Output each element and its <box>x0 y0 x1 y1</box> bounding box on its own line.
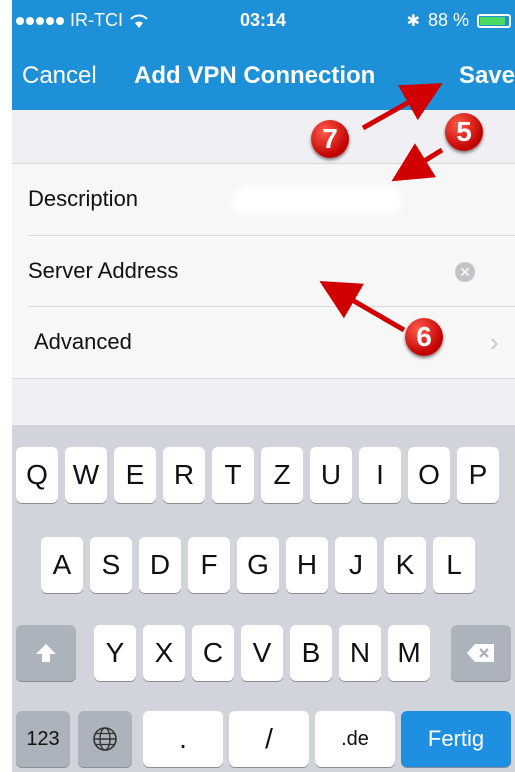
key-j[interactable]: J <box>335 537 377 593</box>
period-key[interactable]: . <box>143 711 223 767</box>
key-r[interactable]: R <box>163 447 205 503</box>
wifi-icon <box>130 14 148 28</box>
key-f[interactable]: F <box>188 537 230 593</box>
key-b[interactable]: B <box>290 625 332 681</box>
annotation-marker-6: 6 <box>405 318 443 356</box>
key-o[interactable]: O <box>408 447 450 503</box>
status-time: 03:14 <box>240 10 287 30</box>
annotation-marker-5: 5 <box>445 113 483 151</box>
key-w[interactable]: W <box>65 447 107 503</box>
numbers-key[interactable]: 123 <box>16 711 70 767</box>
shift-arrow-icon <box>36 644 56 662</box>
globe-key[interactable] <box>78 711 132 767</box>
cancel-button[interactable]: Cancel <box>22 62 97 90</box>
key-t[interactable]: T <box>212 447 254 503</box>
save-button[interactable]: Save <box>459 62 515 90</box>
clear-icon[interactable]: ✕ <box>455 262 475 282</box>
slash-key[interactable]: / <box>229 711 309 767</box>
key-g[interactable]: G <box>237 537 279 593</box>
key-y[interactable]: Y <box>94 625 136 681</box>
key-c[interactable]: C <box>192 625 234 681</box>
key-i[interactable]: I <box>359 447 401 503</box>
key-m[interactable]: M <box>388 625 430 681</box>
backspace-icon <box>467 644 494 662</box>
signal-dots-icon <box>16 16 64 25</box>
key-e[interactable]: E <box>114 447 156 503</box>
done-key[interactable]: Fertig <box>401 711 511 767</box>
battery-percent: 88 % <box>427 10 469 30</box>
nav-bar: Cancel Add VPN Connection Save <box>12 42 515 110</box>
bluetooth-icon: ✱ <box>406 12 420 30</box>
carrier-name: IR-TCI <box>70 10 123 30</box>
delete-key[interactable] <box>451 625 511 681</box>
key-n[interactable]: N <box>339 625 381 681</box>
shift-key[interactable] <box>16 625 76 681</box>
key-z[interactable]: Z <box>261 447 303 503</box>
server-address-field[interactable]: Server Address ✕ <box>12 236 515 307</box>
key-x[interactable]: X <box>143 625 185 681</box>
key-v[interactable]: V <box>241 625 283 681</box>
domain-key[interactable]: .de <box>315 711 395 767</box>
key-h[interactable]: H <box>286 537 328 593</box>
advanced-label: Advanced <box>34 329 132 354</box>
page-title: Add VPN Connection <box>134 62 376 89</box>
keyboard: Q W E R T Z U I O P A S D F G H J K L Y … <box>12 425 515 772</box>
description-label: Description <box>28 186 139 211</box>
battery-icon <box>477 13 511 28</box>
key-q[interactable]: Q <box>16 447 58 503</box>
key-u[interactable]: U <box>310 447 352 503</box>
screen: IR-TCI 03:14 ✱ 88 % Cancel Add VPN Conne… <box>12 0 515 772</box>
description-field[interactable]: Description <box>12 164 515 235</box>
key-p[interactable]: P <box>457 447 499 503</box>
globe-icon <box>93 727 117 751</box>
annotation-marker-7: 7 <box>311 120 349 158</box>
key-k[interactable]: K <box>384 537 426 593</box>
key-s[interactable]: S <box>90 537 132 593</box>
description-value-redacted <box>232 188 402 214</box>
key-d[interactable]: D <box>139 537 181 593</box>
key-l[interactable]: L <box>433 537 475 593</box>
key-a[interactable]: A <box>41 537 83 593</box>
status-right: ✱ 88 % <box>407 10 511 31</box>
chevron-right-icon: › <box>490 327 499 357</box>
status-bar: IR-TCI 03:14 ✱ 88 % <box>12 0 515 42</box>
server-address-label: Server Address <box>28 258 179 283</box>
carrier-group: IR-TCI <box>16 10 149 31</box>
